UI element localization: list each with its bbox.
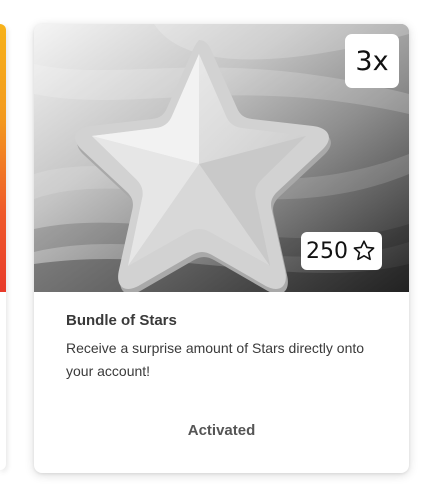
star-outline-icon — [353, 240, 375, 261]
card-body: Bundle of Stars Receive a surprise amoun… — [34, 292, 409, 383]
card-image: 3x 250 — [34, 24, 409, 292]
previous-card[interactable] — [0, 24, 6, 470]
price-value: 250 — [306, 238, 348, 264]
multiplier-badge: 3x — [345, 34, 399, 88]
card-title: Bundle of Stars — [66, 312, 177, 329]
previous-card-image — [0, 24, 6, 292]
page: 3x 250 Bundle of Stars Receive a surpris… — [0, 0, 441, 500]
card-description: Receive a surprise amount of Stars direc… — [66, 340, 365, 379]
multiplier-label: 3x — [355, 45, 389, 77]
reward-card[interactable]: 3x 250 Bundle of Stars Receive a surpris… — [34, 24, 409, 473]
status-label: Activated — [187, 422, 256, 439]
price-badge: 250 — [301, 232, 382, 270]
